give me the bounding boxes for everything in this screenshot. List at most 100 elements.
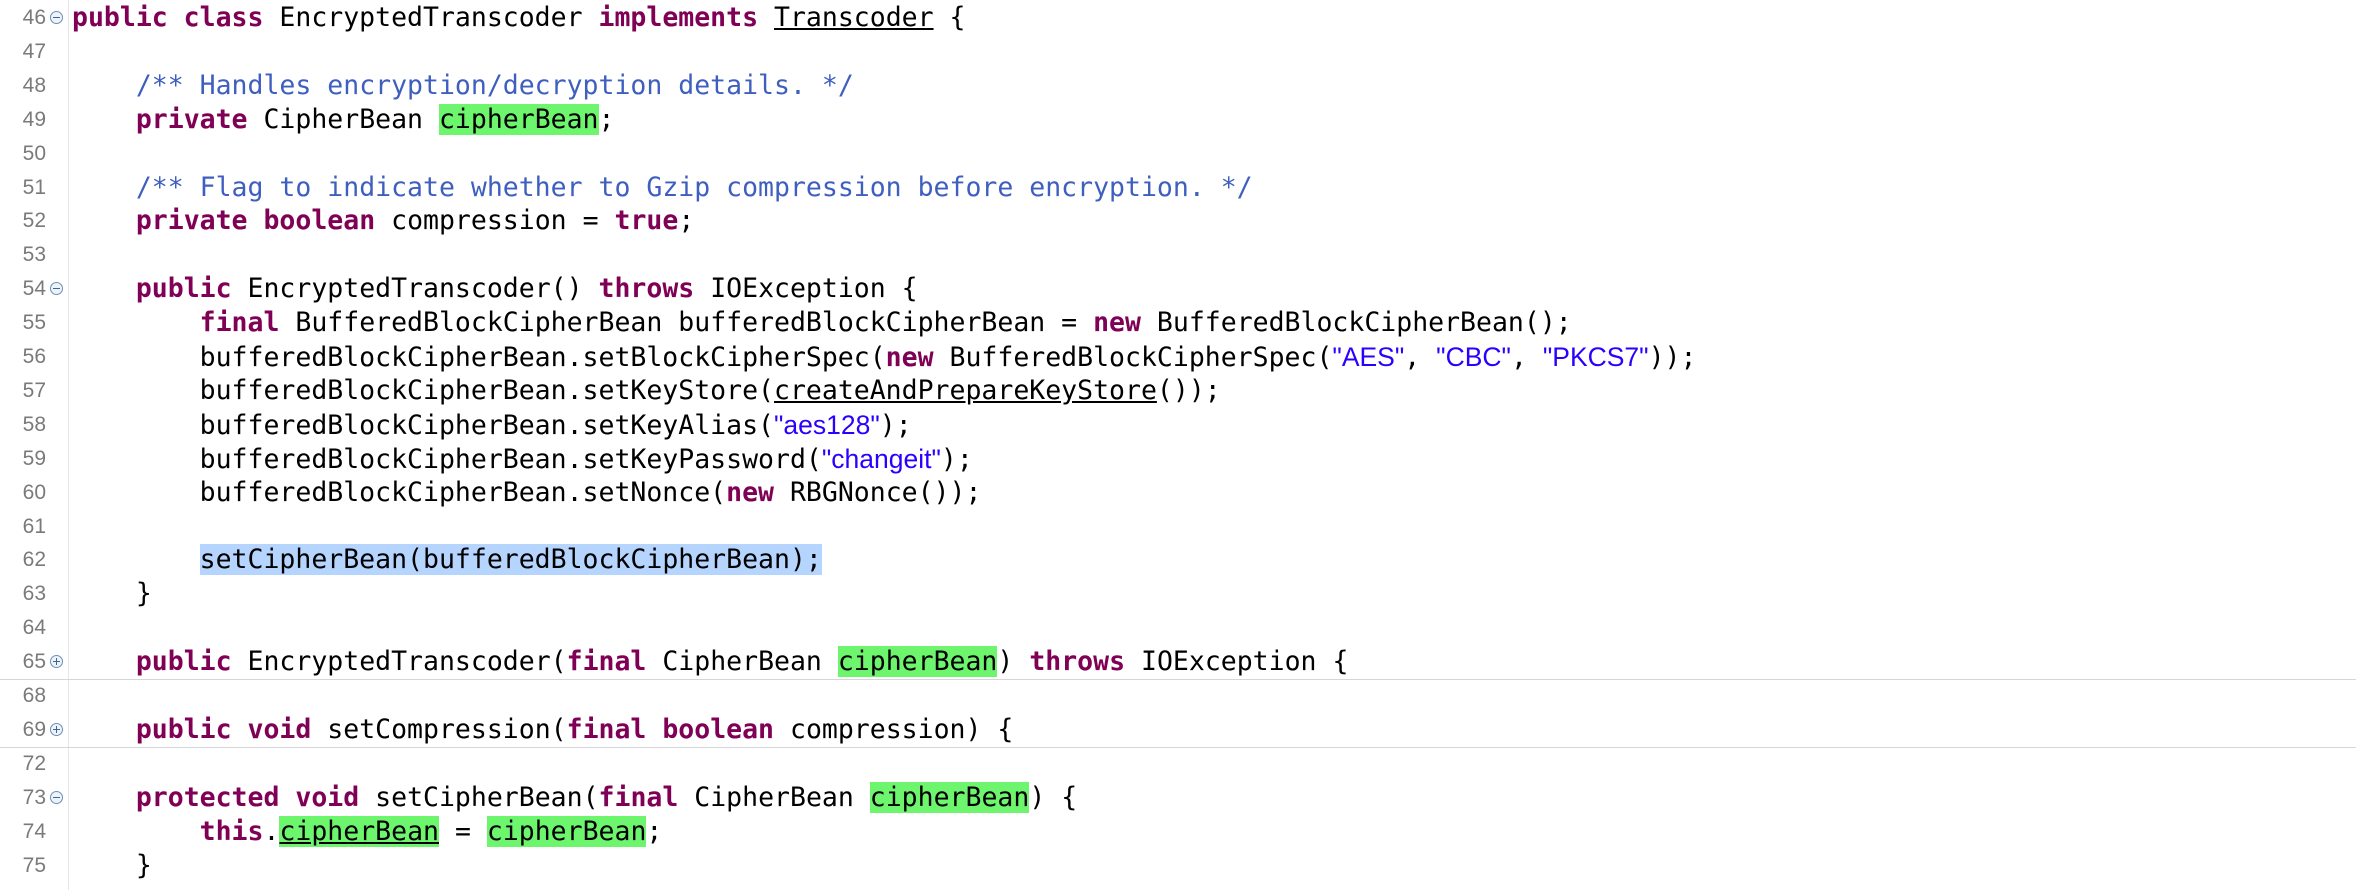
line-number: 74 [22,819,46,843]
code-text: BufferedBlockCipherBean bufferedBlockCip… [279,307,1094,339]
code-line[interactable]: 73 protected void setCipherBean(final Ci… [0,781,2356,815]
code-line[interactable]: 46 public class EncryptedTranscoder imple… [0,1,2356,35]
code-content[interactable]: public void setCompression(final boolean… [72,713,1014,747]
code-editor[interactable]: 46 public class EncryptedTranscoder imple… [0,0,2356,890]
code-text: ); [940,443,973,475]
fold-collapse-icon[interactable] [50,790,63,804]
string-literal: "changeit" [821,443,941,474]
code-text: EncryptedTranscoder( [231,646,567,678]
code-content[interactable]: bufferedBlockCipherBean.setBlockCipherSp… [72,340,1697,374]
code-line[interactable]: 60 bufferedBlockCipherBean.setNonce(new … [0,476,2356,510]
code-line[interactable]: 49 private CipherBean cipherBean; [0,103,2356,137]
code-text: bufferedBlockCipherBean.setKeyPassword( [72,443,822,475]
code-line[interactable]: 53 [0,238,2356,272]
code-line[interactable]: 50 [0,137,2356,171]
fold-collapse-icon[interactable] [50,11,63,24]
code-line[interactable]: 65 public EncryptedTranscoder(final Ciph… [0,645,2356,681]
code-text: ) { [1029,781,1078,813]
keyword-token: new [885,342,934,373]
code-text: compression) { [774,713,1014,745]
code-line[interactable]: 47 [0,35,2356,69]
code-line[interactable]: 63 } [0,577,2356,611]
code-content[interactable]: private boolean compression = true; [72,204,694,238]
code-content[interactable]: final BufferedBlockCipherBean bufferedBl… [72,306,1572,340]
code-text: IOException { [1125,646,1349,678]
code-text: EncryptedTranscoder [263,2,599,33]
line-number: 72 [22,751,46,775]
code-content[interactable]: /** Handles encryption/decryption detail… [72,69,854,103]
code-line[interactable]: 75 } [0,849,2356,883]
line-number: 46 [22,6,46,29]
code-text: EncryptedTranscoder() [231,273,599,305]
code-content[interactable]: bufferedBlockCipherBean.setNonce(new RBG… [72,476,982,510]
code-content[interactable]: bufferedBlockCipherBean.setKeyAlias("aes… [72,408,912,442]
code-text: . [263,815,280,847]
code-content[interactable]: bufferedBlockCipherBean.setKeyPassword("… [72,442,973,476]
code-text: CipherBean [247,103,439,135]
code-content[interactable]: } [72,849,152,883]
code-text: } [72,578,152,610]
javadoc-comment: /** Handles encryption/decryption detail… [135,69,854,101]
code-text: BufferedBlockCipherSpec( [933,342,1333,373]
line-number: 65 [22,650,46,674]
code-content[interactable]: public class EncryptedTranscoder impleme… [72,1,965,35]
code-text: bufferedBlockCipherBean.setNonce( [72,476,727,508]
code-line[interactable]: 54 public EncryptedTranscoder() throws I… [0,272,2356,306]
line-number: 69 [22,717,46,741]
fold-expand-icon[interactable] [50,722,63,736]
code-line[interactable]: 51 /** Flag to indicate whether to Gzip … [0,171,2356,205]
code-line[interactable]: 61 [0,510,2356,544]
line-number: 56 [22,345,46,368]
occurrence-highlight: cipherBean [279,815,439,847]
keyword-token: throws [1029,646,1126,678]
code-text: bufferedBlockCipherBean.setKeyAlias( [72,409,774,441]
code-line[interactable]: 55 final BufferedBlockCipherBean buffere… [0,306,2356,340]
code-content[interactable]: setCipherBean(bufferedBlockCipherBean); [72,543,822,577]
keyword-token: private boolean [135,205,376,237]
code-content[interactable]: /** Flag to indicate whether to Gzip com… [72,171,1253,205]
code-line[interactable]: 59 bufferedBlockCipherBean.setKeyPasswor… [0,442,2356,476]
code-text: ; [678,205,695,237]
code-content[interactable]: public EncryptedTranscoder() throws IOEx… [72,272,918,306]
code-line[interactable]: 58 bufferedBlockCipherBean.setKeyAlias("… [0,408,2356,442]
code-line[interactable]: 57 bufferedBlockCipherBean.setKeyStore(c… [0,374,2356,408]
code-line[interactable]: 72 [0,747,2356,781]
fold-collapse-icon[interactable] [50,282,63,296]
code-line[interactable]: 64 [0,611,2356,645]
code-content[interactable]: public EncryptedTranscoder(final CipherB… [72,645,1348,679]
code-line[interactable]: 68 [0,679,2356,713]
code-content[interactable]: } [72,577,152,611]
code-line[interactable]: 62 setCipherBean(bufferedBlockCipherBean… [0,543,2356,577]
code-content[interactable]: this.cipherBean = cipherBean; [72,815,662,849]
fold-expand-icon[interactable] [50,655,63,669]
line-number: 49 [22,107,46,131]
code-content[interactable]: bufferedBlockCipherBean.setKeyStore(crea… [72,374,1221,408]
code-line[interactable]: 56 bufferedBlockCipherBean.setBlockCiphe… [0,340,2356,374]
string-literal: "CBC" [1436,342,1511,372]
keyword-token: final boolean [566,713,775,745]
code-content[interactable]: protected void setCipherBean(final Ciphe… [72,781,1077,815]
code-line[interactable]: 69 public void setCompression(final bool… [0,713,2356,748]
code-text: ()); [1156,374,1221,406]
code-line[interactable]: 48 /** Handles encryption/decryption det… [0,69,2356,103]
code-line[interactable]: 74 this.cipherBean = cipherBean; [0,815,2356,849]
keyword-token: public void [135,713,312,745]
line-number: 61 [22,514,46,538]
code-text: , [1404,342,1437,373]
code-text: { [933,2,966,33]
string-literal: "aes128" [774,409,880,440]
line-number: 50 [22,141,46,165]
code-text: CipherBean [646,646,838,678]
selected-text: setCipherBean(bufferedBlockCipherBean); [199,544,822,576]
code-line[interactable]: 52 private boolean compression = true; [0,204,2356,238]
code-text: , [1510,342,1543,373]
code-text: RBGNonce()); [774,476,982,508]
code-content[interactable]: private CipherBean cipherBean; [72,103,614,137]
line-number: 59 [22,446,46,470]
